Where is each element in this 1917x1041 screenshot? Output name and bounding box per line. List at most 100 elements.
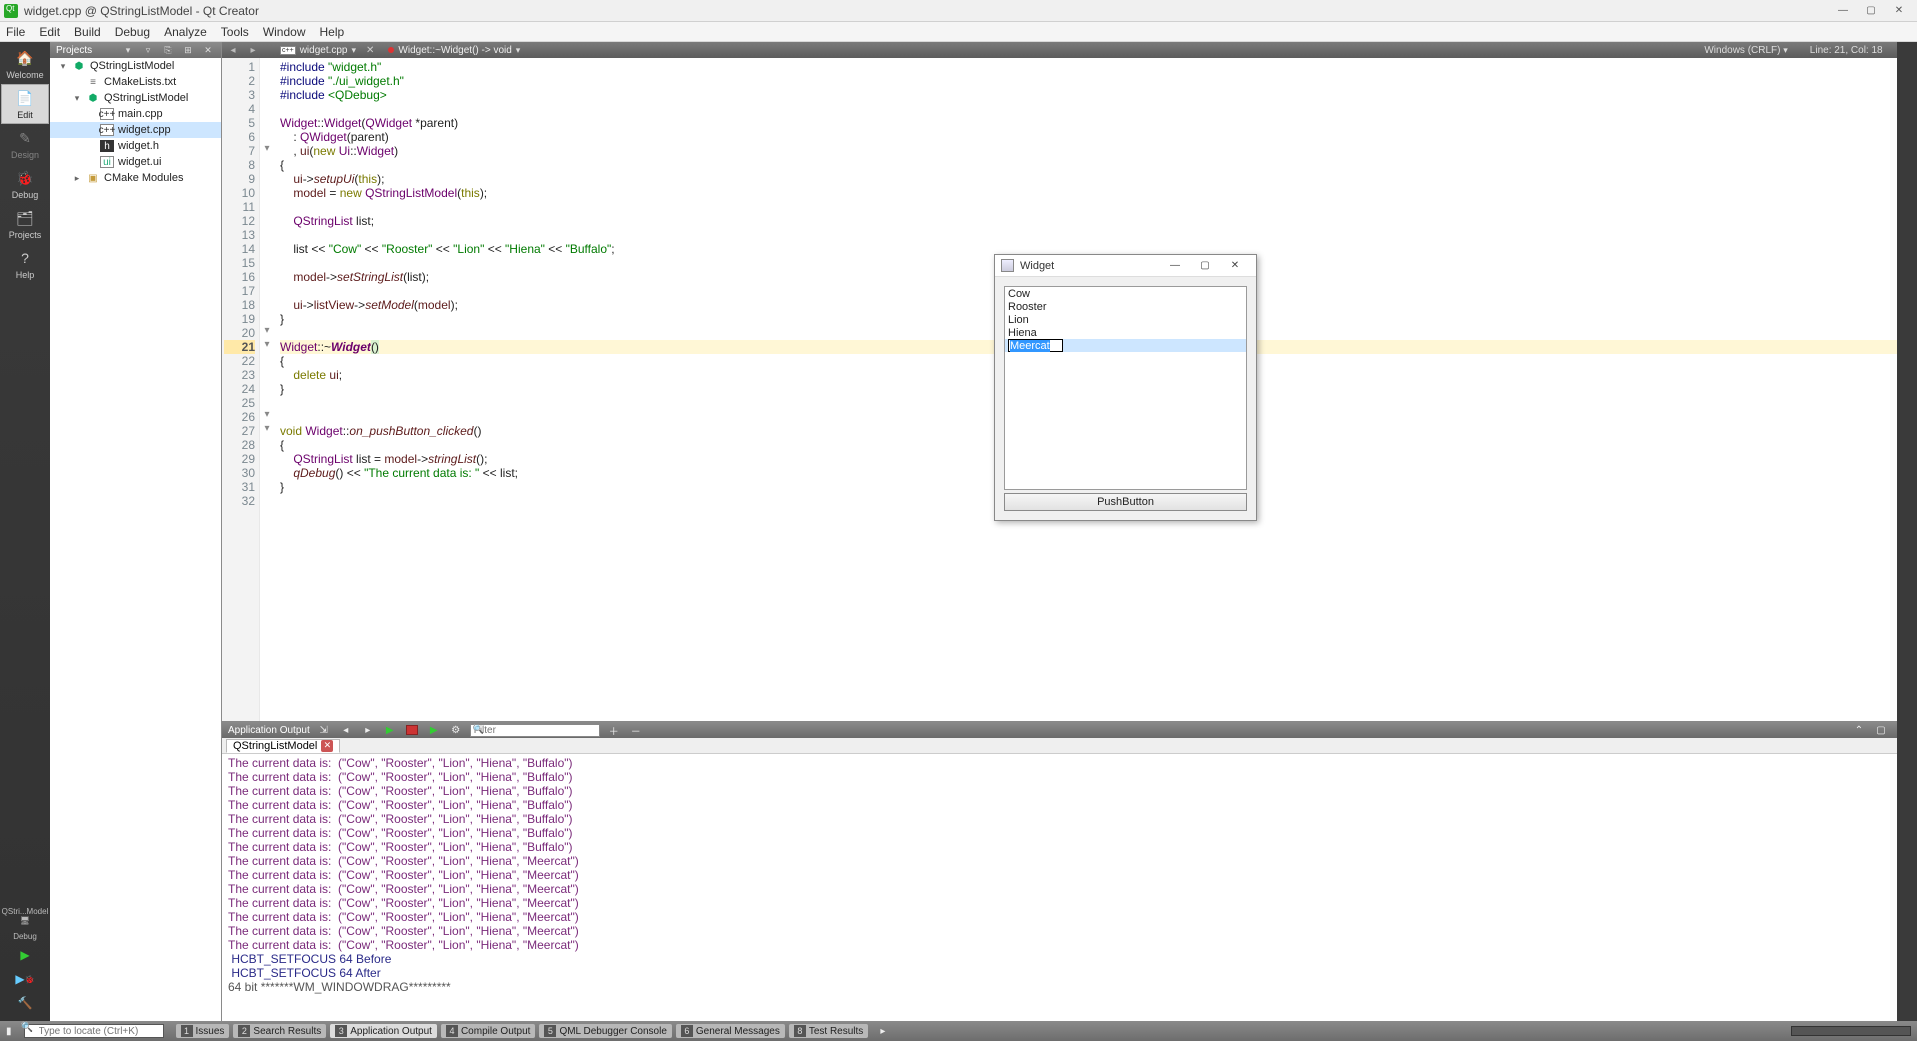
debug-icon: 🐞	[15, 168, 35, 188]
status-tab-application-output[interactable]: 3Application Output	[330, 1024, 437, 1038]
output-remove-filter-button[interactable]: －	[628, 723, 644, 737]
menu-build[interactable]: Build	[74, 25, 101, 39]
project-tree[interactable]: ▾⬢QStringListModel≡CMakeLists.txt▾⬢QStri…	[50, 58, 221, 1021]
window-minimize-button[interactable]: —	[1829, 1, 1857, 21]
tree-item-widget-h[interactable]: hwidget.h	[50, 138, 221, 154]
tree-item-cmakelists-txt[interactable]: ≡CMakeLists.txt	[50, 74, 221, 90]
symbol-selector[interactable]: Widget::~Widget() -> void ▾	[384, 45, 524, 56]
list-item[interactable]: Cow	[1005, 287, 1246, 300]
output-filter-input[interactable]	[470, 724, 600, 737]
dialog-list-view[interactable]: CowRoosterLionHienaMeercat	[1004, 286, 1247, 490]
projects-link-icon[interactable]: ⎘	[161, 43, 175, 57]
output-line: The current data is: ("Cow", "Rooster", …	[228, 896, 1911, 910]
list-item[interactable]: Lion	[1005, 313, 1246, 326]
help-icon: ?	[15, 248, 35, 268]
projects-panel: Projects ▾ ▿ ⎘ ⊞ ✕ ▾⬢QStringListModel≡CM…	[50, 42, 222, 1021]
output-pane-header: Application Output ⇲ ◂ ▸ ▶ ▶ ⚙ 🔍 ＋ － ⌃ ▢…	[222, 722, 1917, 738]
output-prev-button[interactable]: ◂	[338, 723, 354, 737]
dialog-push-button[interactable]: PushButton	[1004, 493, 1247, 511]
mode-debug[interactable]: 🐞Debug	[1, 164, 49, 204]
list-item-editor[interactable]: Meercat	[1008, 339, 1063, 352]
mode-projects[interactable]: 🗂Projects	[1, 204, 49, 244]
encoding-selector[interactable]: Windows (CRLF) ▾	[1696, 45, 1795, 56]
line-number-gutter[interactable]: 1234567891011121314151617181920212223242…	[222, 58, 260, 721]
projects-filter-icon[interactable]: ▾	[121, 43, 135, 57]
cursor-position: Line: 21, Col: 18	[1802, 45, 1892, 56]
output-maximize-button[interactable]: ▢	[1873, 723, 1889, 737]
output-line: The current data is: ("Cow", "Rooster", …	[228, 756, 1911, 770]
output-run-button[interactable]: ▶	[426, 723, 442, 737]
menu-edit[interactable]: Edit	[39, 25, 60, 39]
kit-selector[interactable]: QStri...Model 🖥 Debug	[0, 905, 50, 943]
close-document-button[interactable]: ✕	[366, 45, 374, 56]
projects-split-icon[interactable]: ⊞	[181, 43, 195, 57]
output-tab-active[interactable]: QStringListModel ✕	[226, 739, 340, 753]
menu-analyze[interactable]: Analyze	[164, 25, 207, 39]
output-settings-icon[interactable]: ⚙	[448, 723, 464, 737]
code-editor[interactable]: 1234567891011121314151617181920212223242…	[222, 58, 1917, 721]
projects-panel-header: Projects ▾ ▿ ⎘ ⊞ ✕	[50, 42, 221, 58]
nav-forward-button[interactable]: ▸	[246, 43, 260, 57]
status-tab-search-results[interactable]: 2Search Results	[233, 1024, 326, 1038]
output-line: The current data is: ("Cow", "Rooster", …	[228, 854, 1911, 868]
build-button[interactable]: 🔨	[13, 991, 37, 1015]
output-text[interactable]: The current data is: ("Cow", "Rooster", …	[222, 754, 1917, 1021]
list-item-editing[interactable]: Meercat	[1005, 339, 1246, 352]
locator-input[interactable]	[24, 1024, 164, 1038]
menu-tools[interactable]: Tools	[221, 25, 249, 39]
dialog-maximize-button[interactable]: ▢	[1190, 256, 1220, 276]
dialog-minimize-button[interactable]: —	[1160, 256, 1190, 276]
status-tab-test-results[interactable]: 8Test Results	[789, 1024, 868, 1038]
tree-item-cmake-modules[interactable]: ▸▣CMake Modules	[50, 170, 221, 186]
symbol-dropdown-icon[interactable]: ▾	[516, 45, 521, 56]
fold-column[interactable]: ▾▾▾▾▾	[260, 58, 274, 721]
document-dropdown-icon[interactable]: ▾	[352, 45, 357, 56]
status-tab-issues[interactable]: 1Issues	[176, 1024, 230, 1038]
status-tab-compile-output[interactable]: 4Compile Output	[441, 1024, 535, 1038]
projects-funnel-icon[interactable]: ▿	[141, 43, 155, 57]
output-line: The current data is: ("Cow", "Rooster", …	[228, 868, 1911, 882]
tree-item-widget-cpp[interactable]: c++widget.cpp	[50, 122, 221, 138]
window-close-button[interactable]: ✕	[1885, 1, 1913, 21]
document-tab[interactable]: c++ widget.cpp ▾	[266, 45, 360, 56]
menu-help[interactable]: Help	[320, 25, 345, 39]
output-stop-button[interactable]	[404, 723, 420, 737]
dialog-titlebar[interactable]: Widget — ▢ ✕	[995, 255, 1256, 277]
output-line: The current data is: ("Cow", "Rooster", …	[228, 938, 1911, 952]
window-maximize-button[interactable]: ▢	[1857, 1, 1885, 21]
mode-design[interactable]: ✎Design	[1, 124, 49, 164]
output-rerun-button[interactable]: ▶	[382, 723, 398, 737]
list-item[interactable]: Rooster	[1005, 300, 1246, 313]
dialog-close-button[interactable]: ✕	[1220, 256, 1250, 276]
editor-toolbar: ◂ ▸ c++ widget.cpp ▾ ✕ Widget::~Widget()…	[222, 42, 1917, 58]
right-sidebar-strip	[1897, 42, 1917, 1021]
status-tab-qml-debugger-console[interactable]: 5QML Debugger Console	[539, 1024, 671, 1038]
output-next-button[interactable]: ▸	[360, 723, 376, 737]
output-attach-icon[interactable]: ⇲	[316, 723, 332, 737]
output-add-filter-button[interactable]: ＋	[606, 723, 622, 737]
status-tab-general-messages[interactable]: 6General Messages	[676, 1024, 785, 1038]
menu-file[interactable]: File	[6, 25, 25, 39]
menu-window[interactable]: Window	[263, 25, 306, 39]
close-sidebar-button[interactable]: ▮	[0, 1021, 18, 1041]
projects-close-icon[interactable]: ✕	[201, 43, 215, 57]
output-zoom-button[interactable]: ⌃	[1851, 723, 1867, 737]
tree-item-qstringlistmodel[interactable]: ▾⬢QStringListModel	[50, 90, 221, 106]
list-item[interactable]: Hiena	[1005, 326, 1246, 339]
output-line: HCBT_SETFOCUS 64 After	[228, 966, 1911, 980]
tree-item-main-cpp[interactable]: c++main.cpp	[50, 106, 221, 122]
mode-help[interactable]: ?Help	[1, 244, 49, 284]
run-button[interactable]: ▶	[13, 943, 37, 967]
mode-welcome[interactable]: 🏠Welcome	[1, 44, 49, 84]
symbol-name: Widget::~Widget() -> void	[398, 45, 511, 56]
run-debug-button[interactable]: ▶🐞	[13, 967, 37, 991]
tree-item-qstringlistmodel[interactable]: ▾⬢QStringListModel	[50, 58, 221, 74]
nav-back-button[interactable]: ◂	[226, 43, 240, 57]
tree-item-widget-ui[interactable]: uiwidget.ui	[50, 154, 221, 170]
close-output-tab-button[interactable]: ✕	[321, 740, 333, 752]
menu-debug[interactable]: Debug	[115, 25, 150, 39]
status-more-button[interactable]: ▸	[874, 1021, 891, 1041]
output-line: The current data is: ("Cow", "Rooster", …	[228, 812, 1911, 826]
mode-rail: 🏠Welcome📄Edit✎Design🐞Debug🗂Projects?Help…	[0, 42, 50, 1021]
mode-edit[interactable]: 📄Edit	[1, 84, 49, 124]
